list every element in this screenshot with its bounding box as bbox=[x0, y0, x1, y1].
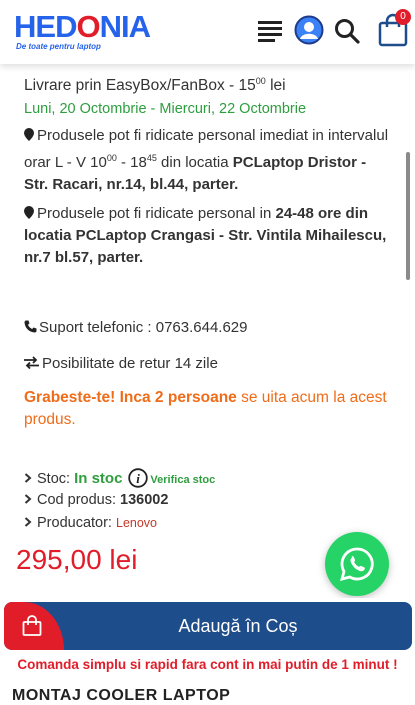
add-to-cart-button[interactable]: Adaugă în Coș bbox=[4, 602, 412, 650]
phone-icon bbox=[24, 320, 37, 333]
product-manufacturer: Producator: Lenovo bbox=[24, 513, 157, 533]
map-pin-icon bbox=[24, 206, 34, 219]
cart-count-badge: 0 bbox=[395, 9, 411, 25]
svg-text:i: i bbox=[137, 471, 141, 486]
stock-status: Stoc: In stoc i Verifica stoc bbox=[24, 468, 215, 490]
chevron-right-icon bbox=[24, 494, 32, 504]
pickup-info-dristor: Produsele pot fi ridicate personal imedi… bbox=[24, 127, 389, 193]
pickup-info-crangasi: Produsele pot fi ridicate personal in 24… bbox=[24, 205, 387, 266]
add-to-cart-label: Adaugă în Coș bbox=[178, 616, 298, 636]
menu-icon[interactable] bbox=[258, 20, 282, 47]
account-icon[interactable] bbox=[294, 15, 324, 50]
logo-wordmark: HEDONIA bbox=[14, 9, 151, 44]
urgency-message: Grabeste-te! Inca 2 persoane se uita acu… bbox=[24, 389, 387, 428]
whatsapp-button[interactable] bbox=[325, 532, 389, 596]
chevron-right-icon bbox=[24, 517, 32, 527]
next-section-title: MONTAJ COOLER LAPTOP bbox=[12, 687, 231, 704]
quick-order-note: Comanda simplu si rapid fara cont in mai… bbox=[17, 657, 398, 672]
product-price: 295,00 lei bbox=[16, 544, 138, 575]
top-header: HEDONIA De toate pentru laptop 0 bbox=[0, 0, 415, 64]
delivery-easybox: Livrare prin EasyBox/FanBox - 1500 lei bbox=[24, 76, 286, 95]
delivery-dates: Luni, 20 Octombrie - Miercuri, 22 Octomb… bbox=[24, 101, 307, 117]
shopping-bag-icon bbox=[22, 615, 42, 636]
hedonia-logo[interactable]: HEDONIA De toate pentru laptop bbox=[14, 9, 151, 51]
return-policy: Posibilitate de retur 14 zile bbox=[24, 353, 390, 375]
search-icon[interactable] bbox=[334, 18, 360, 49]
exchange-arrows-icon bbox=[24, 356, 39, 370]
verify-stock-link[interactable]: Verifica stoc bbox=[150, 474, 215, 486]
manufacturer-link[interactable]: Lenovo bbox=[116, 516, 157, 530]
map-pin-icon bbox=[24, 128, 34, 141]
phone-support[interactable]: Suport telefonic : 0763.644.629 bbox=[24, 317, 390, 339]
product-code: Cod produs: 136002 bbox=[24, 490, 168, 510]
chevron-right-icon bbox=[24, 473, 32, 483]
info-icon[interactable]: i bbox=[128, 468, 149, 488]
whatsapp-icon bbox=[340, 547, 374, 581]
add-to-cart-bar: Adaugă în Coș Comanda simplu si rapid fa… bbox=[0, 598, 415, 704]
page-scrollbar[interactable] bbox=[406, 152, 410, 280]
